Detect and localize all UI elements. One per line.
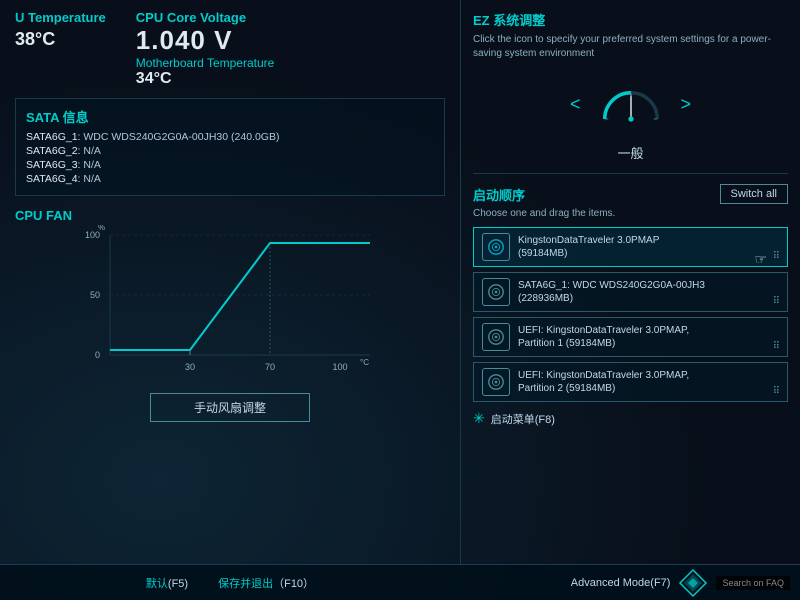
sata-item-3: SATA6G_3: N/A (26, 159, 434, 171)
svg-text:30: 30 (185, 362, 195, 372)
voltage-value: 1.040 V (136, 25, 275, 56)
sata-item-1: SATA6G_1: WDC WDS240G2G0A-00JH30 (240.0G… (26, 131, 434, 143)
temp-voltage-section: U Temperature 38°C CPU Core Voltage 1.04… (15, 10, 445, 88)
gauge-right-arrow[interactable]: > (681, 94, 692, 115)
sata-info-section: SATA 信息 SATA6G_1: WDC WDS240G2G0A-00JH30… (15, 98, 445, 196)
boot-item-1-secondary: (59184MB) (518, 247, 659, 260)
drag-cursor-icon: ☞ (754, 251, 767, 268)
watermark-text: Search on FAQ (722, 578, 784, 588)
boot-item-2-icon (482, 278, 510, 306)
bottom-bar: 默认(F5) 保存并退出（F10） Advanced Mode(F7) Sear… (0, 564, 800, 600)
sata-title: SATA 信息 (26, 107, 434, 126)
svg-text:0: 0 (95, 350, 100, 360)
boot-item-2[interactable]: SATA6G_1: WDC WDS240G2G0A-00JH3 (228936M… (473, 272, 788, 312)
gauge-label: 一般 (617, 146, 643, 161)
boot-item-3-secondary: Partition 1 (59184MB) (518, 337, 689, 350)
mb-temp-label: Motherboard Temperature (136, 56, 275, 70)
svg-text:70: 70 (265, 362, 275, 372)
boot-header: 启动顺序 Switch all (473, 184, 788, 204)
boot-item-3-drag-dots: ⠿ (773, 341, 781, 352)
boot-item-3-text: UEFI: KingstonDataTraveler 3.0PMAP, Part… (518, 324, 689, 350)
svg-text:%: % (98, 225, 105, 232)
boot-title: 启动顺序 (473, 185, 525, 204)
svg-text:100: 100 (332, 362, 347, 372)
boot-menu: ✳ 启动菜单(F8) (473, 410, 788, 427)
bottom-bar-right: Advanced Mode(F7) Search on FAQ (460, 568, 800, 598)
boot-item-1-text: KingstonDataTraveler 3.0PMAP (59184MB) (518, 234, 659, 260)
ez-description: Click the icon to specify your preferred… (473, 33, 788, 61)
cpu-temp-display: U Temperature 38°C (15, 10, 106, 50)
boot-item-1-icon (482, 233, 510, 261)
fan-chart: 100 50 0 % 30 70 100 °C (15, 225, 445, 385)
cpu-temp-label: U Temperature (15, 10, 106, 25)
boot-subtitle: Choose one and drag the items. (473, 208, 788, 219)
svg-text:50: 50 (90, 290, 100, 300)
boot-item-3[interactable]: UEFI: KingstonDataTraveler 3.0PMAP, Part… (473, 317, 788, 357)
sata-item-2: SATA6G_2: N/A (26, 145, 434, 157)
boot-item-2-drag-dots: ⠿ (773, 296, 781, 307)
mb-temp-value: 34°C (136, 70, 275, 88)
fan-section: CPU FAN 100 50 0 % 30 70 100 (15, 208, 445, 422)
cpu-temp-value: 38°C (15, 29, 106, 50)
boot-item-4-drag-dots: ⠿ (773, 386, 781, 397)
left-panel: U Temperature 38°C CPU Core Voltage 1.04… (0, 0, 460, 600)
voltage-section: CPU Core Voltage 1.040 V Motherboard Tem… (136, 10, 275, 88)
advanced-mode-button[interactable]: Advanced Mode(F7) (571, 577, 671, 589)
boot-item-3-icon (482, 323, 510, 351)
boot-item-4-text: UEFI: KingstonDataTraveler 3.0PMAP, Part… (518, 369, 689, 395)
svg-text:°C: °C (360, 358, 369, 367)
boot-item-4-secondary: Partition 2 (59184MB) (518, 382, 689, 395)
voltage-label: CPU Core Voltage (136, 10, 275, 25)
boot-order-section: 启动顺序 Switch all Choose one and drag the … (473, 184, 788, 590)
gauge-left-arrow[interactable]: < (570, 94, 581, 115)
sata-item-4: SATA6G_4: N/A (26, 173, 434, 185)
boot-item-4-primary: UEFI: KingstonDataTraveler 3.0PMAP, (518, 369, 689, 382)
fan-title: CPU FAN (15, 208, 445, 223)
boot-item-2-secondary: (228936MB) (518, 292, 705, 305)
boot-menu-icon: ✳ (473, 410, 485, 427)
boot-item-4[interactable]: UEFI: KingstonDataTraveler 3.0PMAP, Part… (473, 362, 788, 402)
boot-item-2-primary: SATA6G_1: WDC WDS240G2G0A-00JH3 (518, 279, 705, 292)
boot-item-1[interactable]: KingstonDataTraveler 3.0PMAP (59184MB) ☞… (473, 227, 788, 267)
boot-item-1-drag-dots: ⠿ (773, 251, 781, 262)
asus-logo-icon (678, 568, 708, 598)
boot-item-1-primary: KingstonDataTraveler 3.0PMAP (518, 234, 659, 247)
boot-item-4-icon (482, 368, 510, 396)
boot-item-2-text: SATA6G_1: WDC WDS240G2G0A-00JH3 (228936M… (518, 279, 705, 305)
switch-all-button[interactable]: Switch all (720, 184, 788, 204)
bottom-bar-left: 默认(F5) 保存并退出（F10） (0, 575, 460, 591)
ez-system-section: EZ 系统调整 Click the icon to specify your p… (473, 10, 788, 174)
right-panel: EZ 系统调整 Click the icon to specify your p… (460, 0, 800, 600)
save-exit-button[interactable]: 保存并退出（F10） (218, 575, 314, 591)
gauge-container: < > (473, 69, 788, 139)
default-button[interactable]: 默认(F5) (146, 575, 188, 591)
ez-title: EZ 系统调整 (473, 10, 788, 29)
boot-menu-label: 启动菜单(F8) (491, 411, 555, 427)
watermark: Search on FAQ (716, 576, 790, 590)
boot-item-3-primary: UEFI: KingstonDataTraveler 3.0PMAP, (518, 324, 689, 337)
gauge-display (596, 74, 666, 134)
fan-adjust-button[interactable]: 手动风扇调整 (150, 393, 310, 422)
